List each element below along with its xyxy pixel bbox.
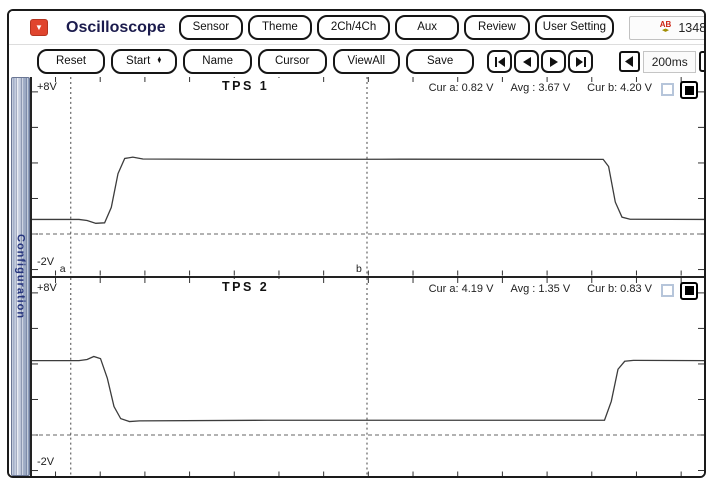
tps2-checkbox[interactable] xyxy=(661,284,674,297)
review-button[interactable]: Review xyxy=(464,15,530,40)
toolbar: Reset Start ▲▼ Name Cursor ViewAll Save xyxy=(9,46,704,77)
left-triangle-icon xyxy=(624,56,635,67)
main-area: Configuration +8V -2V TPS 1 Cur a: 0.82 … xyxy=(9,77,704,476)
cursor-ab-time-readout: AB ◂▸ 1348 ms xyxy=(629,16,706,40)
viewall-button[interactable]: ViewAll xyxy=(333,49,401,74)
step-back-button[interactable] xyxy=(514,50,539,73)
cursor-a-label: a xyxy=(60,263,66,275)
start-label: Start xyxy=(126,55,150,67)
tps2-avg-readout: Avg : 1.35 V xyxy=(510,283,570,295)
channel-mode-button[interactable]: 2Ch/4Ch xyxy=(317,15,390,40)
ab-time-value: 1348 ms xyxy=(678,21,706,35)
skip-first-button[interactable] xyxy=(487,50,512,73)
tps1-ytop-label: +8V xyxy=(37,81,57,93)
tps1-readouts: Cur a: 0.82 V Avg : 3.67 V Cur b: 4.20 V xyxy=(429,82,652,94)
tps1-checkbox[interactable] xyxy=(661,83,674,96)
tps2-ytop-label: +8V xyxy=(37,282,57,294)
skip-last-icon xyxy=(575,57,587,67)
tps2-waveform-plot xyxy=(32,278,704,477)
skip-first-icon xyxy=(494,57,506,67)
tps2-title: TPS 2 xyxy=(200,279,322,296)
titlebar: ▼ Oscilloscope Sensor Theme 2Ch/4Ch Aux … xyxy=(9,11,704,45)
tps2-ybottom-label: -2V xyxy=(37,456,54,468)
aux-button[interactable]: Aux xyxy=(395,15,459,40)
playback-controls xyxy=(487,50,593,73)
tps1-cursor-b-readout: Cur b: 4.20 V xyxy=(587,82,652,94)
configuration-label: Configuration xyxy=(15,234,27,319)
tps1-channel-color-button[interactable] xyxy=(680,81,698,99)
cursor-b-label: b xyxy=(356,263,362,275)
timebase-decrease-button[interactable] xyxy=(619,51,640,72)
chart-tps1: +8V -2V TPS 1 Cur a: 0.82 V Avg : 3.67 V… xyxy=(32,77,704,278)
app-dropdown-icon[interactable]: ▼ xyxy=(30,19,48,36)
tps1-avg-readout: Avg : 3.67 V xyxy=(510,82,570,94)
user-setting-button[interactable]: User Setting xyxy=(535,15,614,40)
theme-button[interactable]: Theme xyxy=(248,15,312,40)
timebase-increase-button[interactable] xyxy=(699,51,706,72)
tps1-ybottom-label: -2V xyxy=(37,256,54,268)
step-forward-button[interactable] xyxy=(541,50,566,73)
name-button[interactable]: Name xyxy=(183,49,252,74)
reset-button[interactable]: Reset xyxy=(37,49,105,74)
chart-tps2: +8V -2V TPS 2 Cur a: 4.19 V Avg : 1.35 V… xyxy=(32,278,704,477)
timebase-control: 200ms xyxy=(619,51,706,73)
tps2-channel-color-button[interactable] xyxy=(680,282,698,300)
right-triangle-icon xyxy=(704,56,706,67)
tps1-cursor-a-readout: Cur a: 0.82 V xyxy=(429,82,494,94)
app-title: Oscilloscope xyxy=(66,19,166,37)
timebase-value: 200ms xyxy=(643,51,696,73)
tps1-title: TPS 1 xyxy=(200,78,322,95)
configuration-panel-handle[interactable]: Configuration xyxy=(11,77,30,476)
cursor-button[interactable]: Cursor xyxy=(258,49,327,74)
save-button[interactable]: Save xyxy=(406,49,474,74)
spinner-updown-icon: ▲▼ xyxy=(156,58,162,65)
sensor-button[interactable]: Sensor xyxy=(179,15,243,40)
start-select[interactable]: Start ▲▼ xyxy=(111,49,177,74)
ab-cursors-icon: AB ◂▸ xyxy=(660,21,672,34)
oscilloscope-window: ▼ Oscilloscope Sensor Theme 2Ch/4Ch Aux … xyxy=(7,9,706,478)
tps2-cursor-b-readout: Cur b: 0.83 V xyxy=(587,283,652,295)
screenshot-stage: ▼ Oscilloscope Sensor Theme 2Ch/4Ch Aux … xyxy=(0,0,711,483)
step-back-icon xyxy=(521,57,533,67)
charts-container: +8V -2V TPS 1 Cur a: 0.82 V Avg : 3.67 V… xyxy=(30,77,704,476)
step-forward-icon xyxy=(548,57,560,67)
tps2-cursor-a-readout: Cur a: 4.19 V xyxy=(429,283,494,295)
tps1-waveform-plot xyxy=(32,77,704,276)
tps2-readouts: Cur a: 4.19 V Avg : 1.35 V Cur b: 0.83 V xyxy=(429,283,652,295)
skip-last-button[interactable] xyxy=(568,50,593,73)
